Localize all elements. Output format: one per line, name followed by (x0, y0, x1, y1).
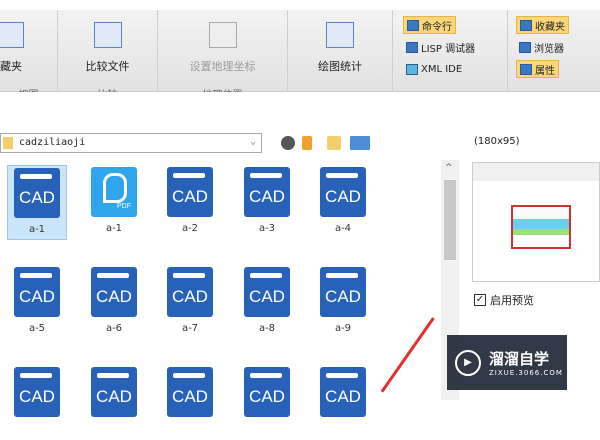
file-name: a-1 (105, 223, 123, 234)
file-name: a-3 (258, 223, 276, 234)
file-item[interactable]: CAD a-7 (160, 265, 220, 340)
file-item[interactable]: CAD (313, 365, 373, 440)
label: LISP 调试器 (421, 43, 476, 55)
cad-file-icon: CAD (91, 267, 137, 317)
group-caption: 地理位置 (158, 86, 287, 92)
browser-icon (519, 41, 531, 53)
cad-file-icon: CAD (167, 167, 213, 217)
file-item[interactable]: CAD a-4 (313, 165, 373, 240)
label: XML IDE (421, 63, 463, 75)
checkbox-checked-icon[interactable]: ✓ (474, 294, 486, 306)
cad-file-icon: CAD (91, 367, 137, 417)
favorites-icon (0, 22, 24, 48)
compare-icon (93, 22, 122, 48)
properties-icon (520, 63, 532, 75)
file-item[interactable]: CAD a-8 (237, 265, 297, 340)
file-item[interactable]: CAD a-9 (313, 265, 373, 340)
enable-preview-label: 启用预览 (490, 294, 534, 307)
file-item[interactable]: CAD a-6 (84, 265, 144, 340)
favorites-group[interactable]: 藏夹 视图 (0, 10, 58, 92)
file-name: a-9 (334, 323, 352, 334)
cad-file-icon: CAD (320, 267, 366, 317)
play-logo-icon: ▶ (455, 349, 481, 376)
enable-preview-checkbox[interactable]: ✓ 启用预览 (474, 292, 534, 308)
watermark-url: ZIXUE.3066.COM (489, 369, 563, 377)
set-geo-location-button[interactable]: 设置地理坐标 地理位置 (158, 10, 288, 92)
pdf-file-icon: PDF (91, 167, 137, 217)
label: 收藏夹 (535, 21, 565, 33)
file-name: a-4 (334, 223, 352, 234)
label: 命令行 (422, 21, 452, 33)
label: 属性 (535, 65, 555, 77)
browser-button[interactable]: 浏览器 (516, 38, 567, 56)
file-item[interactable]: CAD (160, 365, 220, 440)
xml-ide-button[interactable]: XML IDE (403, 60, 465, 78)
compare-label: 比较文件 (85, 60, 130, 73)
file-item[interactable]: CAD a-1 (7, 165, 67, 240)
file-item[interactable]: CAD a-5 (7, 265, 67, 340)
group-caption: 视图 (0, 86, 57, 92)
file-item[interactable]: CAD (237, 365, 297, 440)
cad-file-icon: CAD (244, 167, 290, 217)
command-line-icon (407, 19, 419, 31)
properties-button[interactable]: 属性 (516, 60, 559, 78)
file-item[interactable]: PDF a-1 (84, 165, 144, 240)
cad-file-icon: CAD (244, 367, 290, 417)
palettes-group: 命令行 LISP 调试器 XML IDE (393, 10, 508, 92)
group-caption: 比较 (58, 86, 157, 92)
cad-file-icon: CAD (244, 267, 290, 317)
favorites-palette-button[interactable]: 收藏夹 (516, 16, 569, 34)
lisp-icon (406, 41, 418, 53)
watermark: ▶ 溜溜自学 ZIXUE.3066.COM (447, 335, 567, 390)
watermark-title: 溜溜自学 (489, 350, 550, 368)
file-name: a-8 (258, 323, 276, 334)
cad-file-icon: CAD (320, 167, 366, 217)
back-icon[interactable] (281, 136, 295, 150)
file-name: a-7 (181, 323, 199, 334)
cad-file-icon: CAD (14, 367, 60, 417)
file-item[interactable]: CAD (84, 365, 144, 440)
cad-file-icon: CAD (14, 267, 60, 317)
file-item[interactable]: CAD (7, 365, 67, 440)
cad-file-icon: CAD (167, 367, 213, 417)
cad-file-icon: CAD (167, 267, 213, 317)
file-name: a-2 (181, 223, 199, 234)
favorites-label: 藏夹 (0, 60, 22, 73)
red-arrow-annotation (380, 317, 435, 393)
geo-grid-icon (208, 22, 237, 48)
stats-icon (326, 22, 354, 48)
windows-group: 收藏夹 浏览器 属性 (508, 10, 600, 92)
scroll-up-icon[interactable]: ^ (445, 163, 453, 173)
geo-label: 设置地理坐标 (189, 60, 256, 73)
new-folder-icon[interactable] (327, 136, 341, 150)
up-folder-icon[interactable] (302, 136, 312, 150)
path-combobox[interactable]: cadziliaoji ⌄ (0, 133, 262, 153)
command-line-button[interactable]: 命令行 (403, 16, 456, 34)
stats-label: 绘图统计 (318, 60, 362, 73)
drawing-stats-button[interactable]: 绘图统计 (288, 10, 393, 92)
chevron-down-icon[interactable]: ⌄ (250, 136, 256, 147)
path-text: cadziliaoji (19, 137, 86, 148)
label: 浏览器 (534, 43, 564, 55)
folder-icon (3, 137, 13, 149)
cad-file-icon: CAD (14, 168, 60, 218)
file-name: a-6 (105, 323, 123, 334)
favorites-icon (520, 19, 532, 31)
file-item[interactable]: CAD a-2 (160, 165, 220, 240)
ribbon: 藏夹 视图 比较文件 比较 设置地理坐标 地理位置 绘图统计 命令行 LISP … (0, 10, 600, 92)
compare-files-button[interactable]: 比较文件 比较 (58, 10, 158, 92)
views-menu-icon[interactable] (350, 136, 370, 150)
drawing-thumbnail (511, 205, 571, 249)
preview-size: (180x95) (474, 136, 520, 147)
lisp-debugger-button[interactable]: LISP 调试器 (403, 38, 478, 56)
preview-pane (472, 162, 600, 282)
cad-file-icon: CAD (320, 367, 366, 417)
file-item[interactable]: CAD a-3 (237, 165, 297, 240)
file-name: a-5 (28, 323, 46, 334)
file-name: a-1 (28, 224, 46, 235)
xml-icon (406, 63, 418, 75)
scroll-thumb[interactable] (444, 180, 456, 260)
